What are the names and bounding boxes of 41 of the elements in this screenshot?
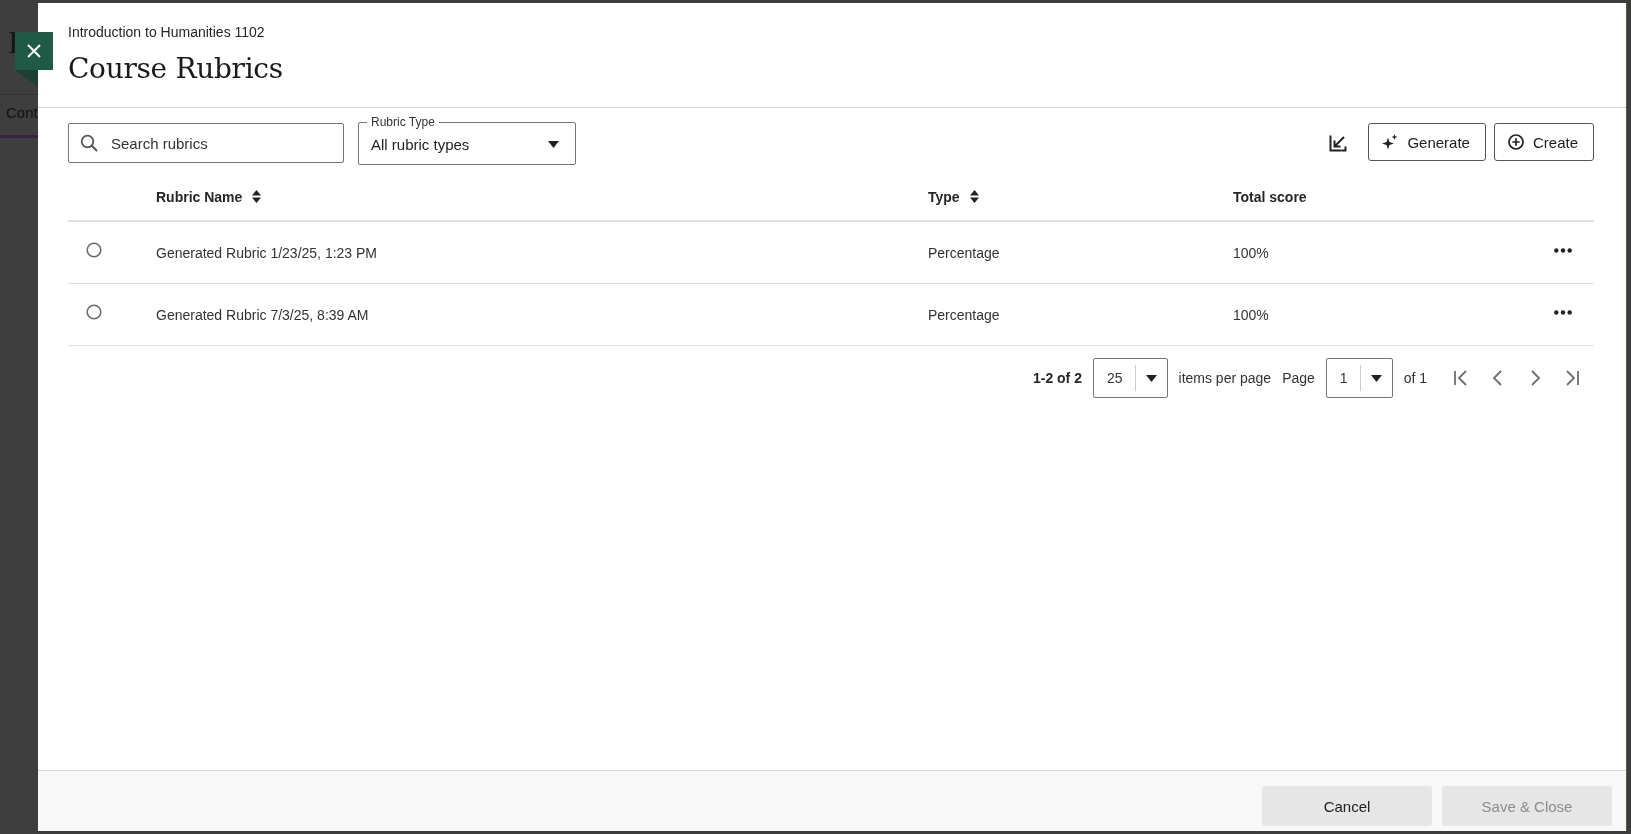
- dropdown-label: Rubric Type: [370, 115, 436, 129]
- caret-icon: [1370, 374, 1382, 382]
- caret-icon: [548, 141, 559, 148]
- search-icon: [80, 134, 98, 152]
- more-icon[interactable]: [1554, 248, 1572, 253]
- footer-button[interactable]: Cancel: [1262, 786, 1432, 826]
- generate-button[interactable]: Generate: [1368, 123, 1486, 161]
- total-score: 100%: [1233, 244, 1270, 261]
- export-icon: [1329, 134, 1348, 152]
- caret-icon: [1145, 374, 1157, 382]
- plus-circle-icon: [1507, 134, 1524, 150]
- rubric-type: Percentage: [928, 306, 1001, 323]
- rubric-name: Generated Rubric 1/23/25, 1:23 PM: [156, 244, 379, 261]
- dropdown-value: All rubric types: [371, 136, 470, 153]
- sort-icon: [969, 190, 979, 203]
- items-per-page-label: items per page: [1178, 370, 1272, 386]
- radio-button[interactable]: [86, 241, 102, 258]
- rubric-type: Percentage: [928, 244, 1001, 261]
- sort-icon: [252, 190, 262, 203]
- select-value: 25: [1093, 365, 1136, 391]
- create-button[interactable]: Create: [1493, 123, 1594, 161]
- dialog-title: Course Rubrics: [68, 52, 284, 85]
- page-total: of 1: [1403, 370, 1427, 386]
- radio-button[interactable]: [86, 303, 102, 320]
- page-select[interactable]: 1: [1325, 358, 1393, 398]
- column-header: Total score: [1233, 188, 1307, 205]
- close-button[interactable]: [15, 32, 53, 70]
- search-field[interactable]: Search rubrics: [68, 123, 344, 163]
- column-header[interactable]: Type: [928, 188, 960, 205]
- total-score: 100%: [1233, 306, 1270, 323]
- more-icon[interactable]: [1554, 310, 1572, 315]
- item-range: 1-2 of 2: [1032, 370, 1082, 386]
- close-icon: [26, 43, 42, 59]
- items-per-page-select[interactable]: 25: [1092, 358, 1168, 398]
- page-label: Page: [1282, 370, 1315, 386]
- rubric-type-dropdown[interactable]: Rubric Type All rubric types: [358, 115, 576, 165]
- column-header[interactable]: Rubric Name: [156, 188, 243, 205]
- select-value: 1: [1326, 365, 1361, 391]
- rubric-name: Generated Rubric 7/3/25, 8:39 AM: [156, 306, 370, 323]
- course-name: Introduction to Humanities 1102: [68, 24, 266, 40]
- sparkle-icon: [1382, 134, 1399, 150]
